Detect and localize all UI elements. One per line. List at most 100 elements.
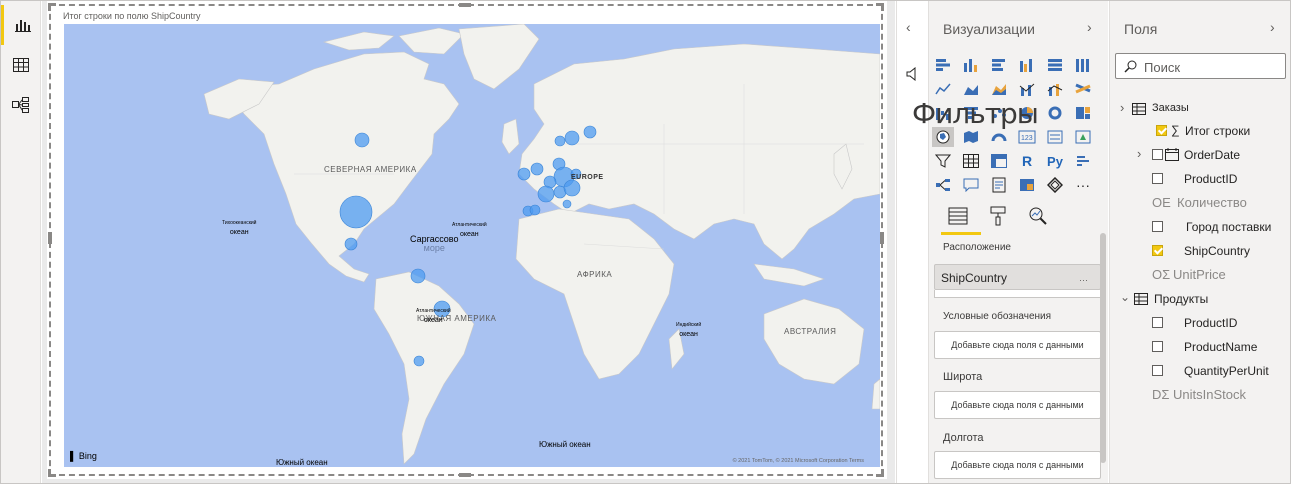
- chevron-down-icon[interactable]: ⌄: [1120, 290, 1130, 304]
- data-view-icon[interactable]: [1, 45, 41, 85]
- matrix-icon[interactable]: [988, 151, 1010, 171]
- resize-handle-top[interactable]: [459, 3, 471, 7]
- report-canvas: Итог строки по полю ShipCountry СЕВЕРНАЯ…: [42, 1, 895, 483]
- gauge-icon[interactable]: [988, 127, 1010, 147]
- left-nav: [1, 1, 41, 483]
- checkbox[interactable]: [1152, 221, 1163, 232]
- decomposition-tree-icon[interactable]: [932, 175, 954, 195]
- python-icon[interactable]: Py: [1044, 151, 1066, 171]
- multi-row-card-icon[interactable]: [1044, 127, 1066, 147]
- latitude-label: Широта: [943, 371, 983, 383]
- chevron-down-icon[interactable]: ›: [1120, 100, 1124, 115]
- resize-corner-bl[interactable]: [48, 469, 56, 477]
- bubble-finland: [583, 125, 597, 139]
- label-atlantic-ocean-north: Атлантический океан: [452, 222, 487, 238]
- key-influencers-icon[interactable]: [1072, 151, 1094, 171]
- stacked-column-chart-icon[interactable]: [960, 55, 982, 75]
- ribbon-chart-icon[interactable]: [1072, 79, 1094, 99]
- more-visuals-icon[interactable]: ···: [1072, 175, 1094, 195]
- chevron-left-icon[interactable]: ‹: [906, 19, 911, 35]
- checkbox[interactable]: [1152, 341, 1163, 352]
- kpi-icon[interactable]: [1072, 127, 1094, 147]
- line-column-chart-icon[interactable]: [1016, 79, 1038, 99]
- resize-handle-right[interactable]: [880, 232, 884, 244]
- donut-chart-icon[interactable]: [1044, 103, 1066, 123]
- area-chart-icon[interactable]: [960, 79, 982, 99]
- legend-well[interactable]: Добавьте сюда поля с данными: [934, 331, 1101, 359]
- bubble-argentina: [413, 355, 425, 367]
- model-view-icon[interactable]: [1, 85, 41, 125]
- resize-handle-left[interactable]: [48, 232, 52, 244]
- analytics-tab-icon[interactable]: [1025, 203, 1051, 229]
- stacked-area-chart-icon[interactable]: [988, 79, 1010, 99]
- map-visual[interactable]: Итог строки по полю ShipCountry СЕВЕРНАЯ…: [48, 3, 884, 477]
- search-icon: [1124, 60, 1137, 73]
- checkbox-checked[interactable]: [1156, 125, 1167, 136]
- fields-search-input[interactable]: Поиск: [1115, 53, 1286, 79]
- resize-handle-bottom[interactable]: [459, 473, 471, 477]
- report-view-icon[interactable]: [1, 5, 41, 45]
- checkbox[interactable]: [1152, 365, 1163, 376]
- location-field[interactable]: ShipCountry: [941, 271, 1007, 285]
- longitude-label: Долгота: [943, 432, 984, 444]
- smart-narrative-icon[interactable]: [988, 175, 1010, 195]
- table-icon: [1134, 293, 1148, 305]
- table-icon[interactable]: [960, 151, 982, 171]
- arctic-islands-landmass: [322, 27, 465, 55]
- location-label: Расположение: [943, 242, 1011, 253]
- 100-bar-chart-icon[interactable]: [1044, 55, 1066, 75]
- stacked-bar-chart-icon[interactable]: [932, 55, 954, 75]
- resize-corner-tl[interactable]: [48, 3, 56, 11]
- treemap-icon[interactable]: [1072, 103, 1094, 123]
- world-map[interactable]: СЕВЕРНАЯ АМЕРИКА EUROPE АФРИКА ЮЖНАЯ АМЕ…: [64, 24, 880, 467]
- 100-column-chart-icon[interactable]: [1072, 55, 1094, 75]
- paginated-report-icon[interactable]: [1016, 175, 1038, 195]
- checkbox[interactable]: [1152, 173, 1163, 184]
- filled-map-icon[interactable]: [960, 127, 982, 147]
- label-pacific-ocean: Тихоокеанский океан: [222, 220, 257, 236]
- line-stacked-column-chart-icon[interactable]: [1044, 79, 1066, 99]
- power-apps-icon[interactable]: [1044, 175, 1066, 195]
- resize-corner-tr[interactable]: [876, 3, 884, 11]
- checkbox[interactable]: [1152, 317, 1163, 328]
- filters-label: Фильтры: [912, 97, 1039, 130]
- chevron-right-icon[interactable]: ›: [1270, 19, 1275, 35]
- bubble-norway: [554, 135, 566, 147]
- chevron-right-icon[interactable]: ›: [1087, 19, 1092, 35]
- bubble-sweden: [564, 130, 580, 146]
- resize-corner-br[interactable]: [876, 469, 884, 477]
- qa-icon[interactable]: [960, 175, 982, 195]
- checkbox-checked[interactable]: [1152, 245, 1163, 256]
- clustered-bar-chart-icon[interactable]: [988, 55, 1010, 75]
- clustered-column-chart-icon[interactable]: [1016, 55, 1038, 75]
- chevron-right-icon[interactable]: ›: [1137, 146, 1141, 161]
- fields-tab-icon[interactable]: [941, 203, 981, 235]
- viz-pane-scrollbar[interactable]: [1100, 233, 1106, 463]
- australia-landmass: [763, 298, 865, 385]
- latitude-placeholder: Добавьте сюда поля с данными: [951, 400, 1084, 410]
- card-icon[interactable]: 123: [1016, 127, 1038, 147]
- slicer-icon[interactable]: [932, 151, 954, 171]
- map-copyright[interactable]: © 2021 TomTom, © 2021 Microsoft Corporat…: [733, 458, 864, 464]
- label-southern-ocean-1: Южный океан: [539, 440, 591, 449]
- latitude-well[interactable]: Добавьте сюда поля с данными: [934, 391, 1101, 419]
- longitude-well[interactable]: Добавьте сюда поля с данными: [934, 451, 1101, 479]
- more-options-icon[interactable]: ···: [1079, 275, 1088, 285]
- location-well[interactable]: ShipCountry ···: [934, 264, 1101, 290]
- bubble-usa: [339, 195, 373, 229]
- location-well-bottom: [934, 290, 1101, 298]
- bubble-france: [537, 185, 555, 203]
- report-page: Итог строки по полю ShipCountry СЕВЕРНАЯ…: [47, 1, 887, 479]
- r-script-icon[interactable]: R: [1016, 151, 1038, 171]
- format-tab-icon[interactable]: [985, 203, 1011, 229]
- label-southern-ocean-2: Южный океан: [276, 458, 328, 467]
- legend-placeholder: Добавьте сюда поля с данными: [951, 340, 1084, 350]
- uk-landmass: [501, 118, 520, 155]
- line-chart-icon[interactable]: [932, 79, 954, 99]
- checkbox[interactable]: [1152, 149, 1163, 160]
- filters-pane-collapsed[interactable]: ‹: [896, 1, 928, 483]
- label-indian-ocean: Индийский океан: [676, 322, 702, 338]
- search-placeholder: Поиск: [1144, 60, 1181, 75]
- map-visual-icon[interactable]: [932, 127, 954, 147]
- south-america-landmass: [373, 271, 475, 465]
